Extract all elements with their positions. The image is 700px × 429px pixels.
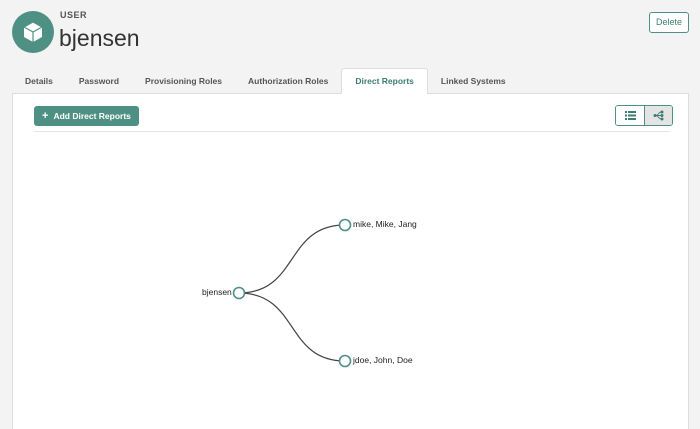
cube-icon	[22, 21, 44, 42]
tree-node-child-1[interactable]	[338, 218, 352, 232]
delete-button[interactable]: Delete	[649, 12, 689, 33]
direct-reports-panel: + Add Direct Reports bjensen mike, Mike,…	[12, 93, 689, 429]
tab-provisioning-roles[interactable]: Provisioning Roles	[132, 68, 235, 94]
tab-linked-systems[interactable]: Linked Systems	[428, 68, 519, 94]
tab-password[interactable]: Password	[66, 68, 132, 94]
tab-bar: Details Password Provisioning Roles Auth…	[12, 68, 519, 94]
avatar	[12, 11, 54, 53]
tree-link-2	[238, 292, 346, 362]
tree-node-root[interactable]	[232, 286, 246, 300]
object-type-label: USER	[60, 10, 88, 20]
tree-node-child-1-label[interactable]: mike, Mike, Jang	[353, 219, 417, 229]
tree-link-1	[238, 224, 346, 294]
page-title: bjensen	[59, 25, 140, 51]
tab-direct-reports[interactable]: Direct Reports	[341, 68, 428, 94]
tab-details[interactable]: Details	[12, 68, 66, 94]
tree-node-root-label[interactable]: bjensen	[202, 287, 232, 297]
tree-node-child-2[interactable]	[338, 354, 352, 368]
tree-node-child-2-label[interactable]: jdoe, John, Doe	[353, 355, 413, 365]
tab-authorization-roles[interactable]: Authorization Roles	[235, 68, 341, 94]
direct-reports-tree	[232, 218, 352, 368]
